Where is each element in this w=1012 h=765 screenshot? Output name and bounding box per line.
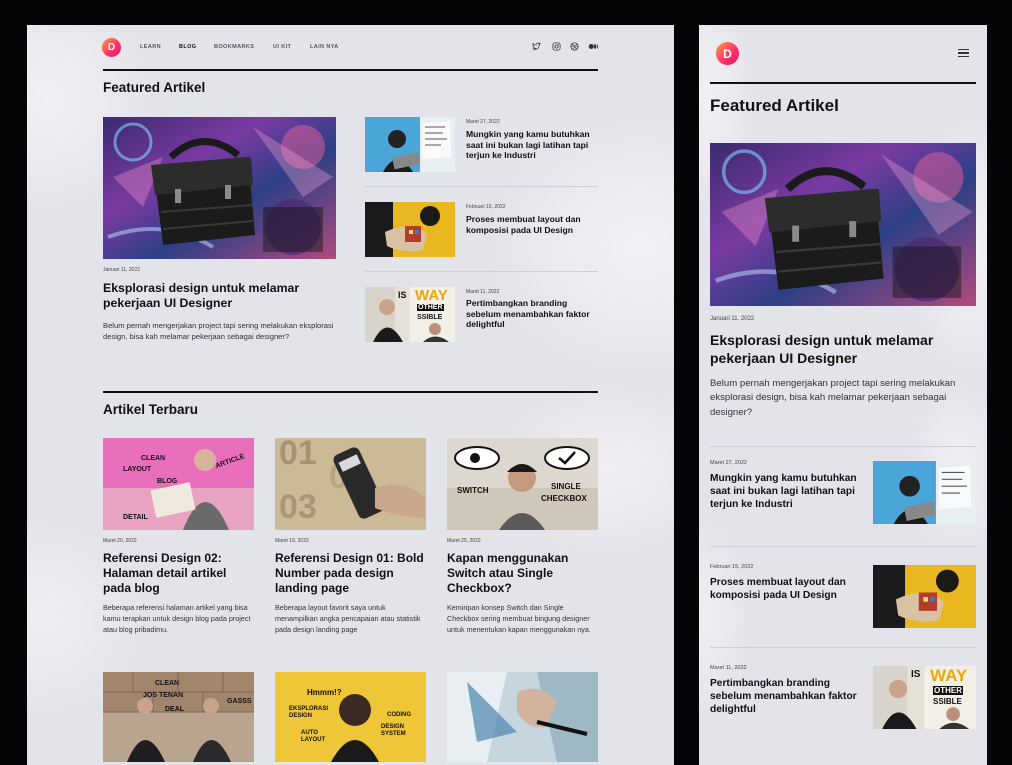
- side-divider-2: [365, 271, 598, 272]
- nav-learn[interactable]: LEARN: [140, 44, 161, 50]
- side-article-title-3[interactable]: Pertimbangkan branding sebelum menambahk…: [466, 298, 601, 330]
- logo-letter: D: [107, 42, 116, 53]
- recent-3-text-single: SINGLE: [551, 482, 581, 491]
- recent-image-6[interactable]: [447, 672, 598, 762]
- recent-3-text-checkbox: CHECKBOX: [541, 494, 587, 503]
- featured-date: Januari 11, 2022: [103, 267, 140, 273]
- instagram-icon[interactable]: [552, 42, 561, 51]
- dribbble-icon[interactable]: [570, 42, 579, 51]
- nav-lain-nya[interactable]: LAIN NYA: [310, 44, 339, 50]
- mobile-divider-3: [710, 647, 976, 648]
- nav-blog[interactable]: BLOG: [179, 44, 197, 50]
- side-article-date-3: Maret 11, 2022: [466, 289, 500, 295]
- mobile-divider-2: [710, 546, 976, 547]
- recent-image-2[interactable]: 01 02 03: [275, 438, 426, 530]
- recent-3-text-switch: SWITCH: [457, 486, 489, 495]
- mobile-side-image-3-text-way: WAY: [930, 666, 968, 685]
- recent-description-2: Beberapa layout favorit saya untuk menam…: [275, 603, 421, 634]
- nav-ui-kit[interactable]: UI KIT: [273, 44, 291, 50]
- bottom-1-text-deal: DEAL: [165, 706, 185, 713]
- side-article-image-3[interactable]: IS WAY OTHER SSIBLE: [365, 287, 455, 342]
- bottom-2-text-design-system: DESIGN SYSTEM: [381, 724, 406, 738]
- recent-date-1: Maret 20, 2022: [103, 538, 137, 544]
- recent-description-1: Beberapa referensi halaman artikel yang …: [103, 603, 251, 634]
- recent-1-text-blog: BLOG: [157, 478, 178, 485]
- recent-date-2: Maret 19, 2022: [275, 538, 309, 544]
- mobile-side-date-2: Februari 15, 2022: [710, 564, 754, 570]
- mobile-header-divider: [710, 82, 976, 84]
- section-divider: [103, 391, 598, 393]
- mobile-side-image-3[interactable]: IS WAY OTHER SSIBLE: [873, 666, 976, 729]
- bottom-2-text-auto-layout: AUTO LAYOUT: [301, 730, 326, 744]
- side-article-image-1[interactable]: [365, 117, 455, 172]
- header-divider: [103, 69, 598, 71]
- mobile-page: D Featured Artikel Januari 11, 2022 Eksp…: [699, 25, 987, 765]
- recent-title-1[interactable]: Referensi Design 02: Halaman detail arti…: [103, 551, 253, 596]
- recent-image-4[interactable]: CLEAN JOS TENAN GASSS DEAL: [103, 672, 254, 762]
- bottom-1-text-jos-tenan: JOS TENAN: [143, 692, 184, 699]
- bottom-1-text-gasss: GASSS: [227, 698, 252, 705]
- side-article-date-2: Februari 15, 2022: [466, 204, 506, 210]
- bottom-2-text-hmmm: Hmmm!?: [307, 688, 342, 697]
- mobile-side-title-1[interactable]: Mungkin yang kamu butuhkan saat ini buka…: [710, 473, 860, 511]
- mobile-featured-description: Belum pernah mengerjakan project tapi se…: [710, 378, 956, 418]
- logo[interactable]: D: [102, 38, 121, 57]
- recent-title-3[interactable]: Kapan menggunakan Switch atau Single Che…: [447, 551, 597, 596]
- mobile-side-date-1: Maret 27, 2022: [710, 460, 747, 466]
- hamburger-menu-icon[interactable]: [958, 49, 969, 57]
- featured-title[interactable]: Eksplorasi design untuk melamar pekerjaa…: [103, 281, 343, 312]
- mobile-side-title-3[interactable]: Pertimbangkan branding sebelum menambahk…: [710, 678, 860, 716]
- side-image-3-text-other: OTHER: [417, 304, 444, 311]
- mobile-featured-heading: Featured Artikel: [710, 96, 839, 115]
- featured-heading: Featured Artikel: [103, 80, 206, 95]
- featured-description: Belum pernah mengerjakan project tapi se…: [103, 321, 334, 342]
- recent-title-2[interactable]: Referensi Design 01: Bold Number pada de…: [275, 551, 425, 596]
- bottom-2-text-eksplorasi: EKSPLORASI DESIGN: [289, 706, 329, 720]
- side-article-date-1: Maret 27, 2022: [466, 119, 500, 125]
- desktop-page: D LEARN BLOG BOOKMARKS UI KIT LAIN NYA F…: [27, 25, 674, 765]
- mobile-side-image-2[interactable]: [873, 565, 976, 628]
- mobile-side-image-1[interactable]: [873, 461, 976, 524]
- side-divider-1: [365, 186, 598, 187]
- bottom-2-text-coding: CODING: [387, 712, 411, 718]
- mobile-side-title-2[interactable]: Proses membuat layout dan komposisi pada…: [710, 577, 850, 603]
- featured-image[interactable]: [103, 117, 336, 259]
- recent-description-3: Kemiripan konsep Switch dan Single Check…: [447, 603, 591, 634]
- nav-bookmarks[interactable]: BOOKMARKS: [214, 44, 254, 50]
- recent-image-3[interactable]: SWITCH SINGLE CHECKBOX: [447, 438, 598, 530]
- bottom-1-text-clean: CLEAN: [155, 680, 180, 687]
- medium-icon[interactable]: [588, 42, 599, 51]
- side-article-title-2[interactable]: Proses membuat layout dan komposisi pada…: [466, 214, 601, 235]
- mobile-divider-1: [710, 446, 976, 447]
- mobile-featured-date: Januari 11, 2022: [710, 316, 755, 322]
- side-image-3-text-ssible: SSIBLE: [417, 314, 443, 321]
- mobile-featured-title[interactable]: Eksplorasi design untuk melamar pekerjaa…: [710, 332, 972, 367]
- side-article-image-2[interactable]: [365, 202, 455, 257]
- mobile-logo[interactable]: D: [716, 42, 739, 65]
- recent-1-text-layout: LAYOUT: [123, 466, 152, 473]
- mobile-side-image-3-text-is: IS: [911, 669, 921, 680]
- mobile-side-date-3: Maret 11, 2022: [710, 665, 747, 671]
- twitter-icon[interactable]: [532, 42, 541, 51]
- recent-heading: Artikel Terbaru: [103, 402, 199, 417]
- recent-1-text-detail: DETAIL: [123, 514, 148, 521]
- side-image-3-text-way: WAY: [415, 287, 448, 304]
- recent-1-text-clean: CLEAN: [141, 455, 166, 462]
- side-image-3-text-is: IS: [398, 290, 407, 300]
- recent-date-3: Maret 25, 2022: [447, 538, 481, 544]
- mobile-featured-image[interactable]: [710, 143, 976, 306]
- side-article-title-1[interactable]: Mungkin yang kamu butuhkan saat ini buka…: [466, 129, 601, 161]
- mobile-side-image-3-text-ssible: SSIBLE: [933, 697, 962, 706]
- recent-image-1[interactable]: CLEAN LAYOUT BLOG ARTICLE DETAIL: [103, 438, 254, 530]
- mobile-logo-letter: D: [723, 46, 732, 61]
- recent-image-5[interactable]: Hmmm!? EKSPLORASI DESIGN CODING DESIGN S…: [275, 672, 426, 762]
- mobile-side-image-3-text-other: OTHER: [933, 686, 963, 695]
